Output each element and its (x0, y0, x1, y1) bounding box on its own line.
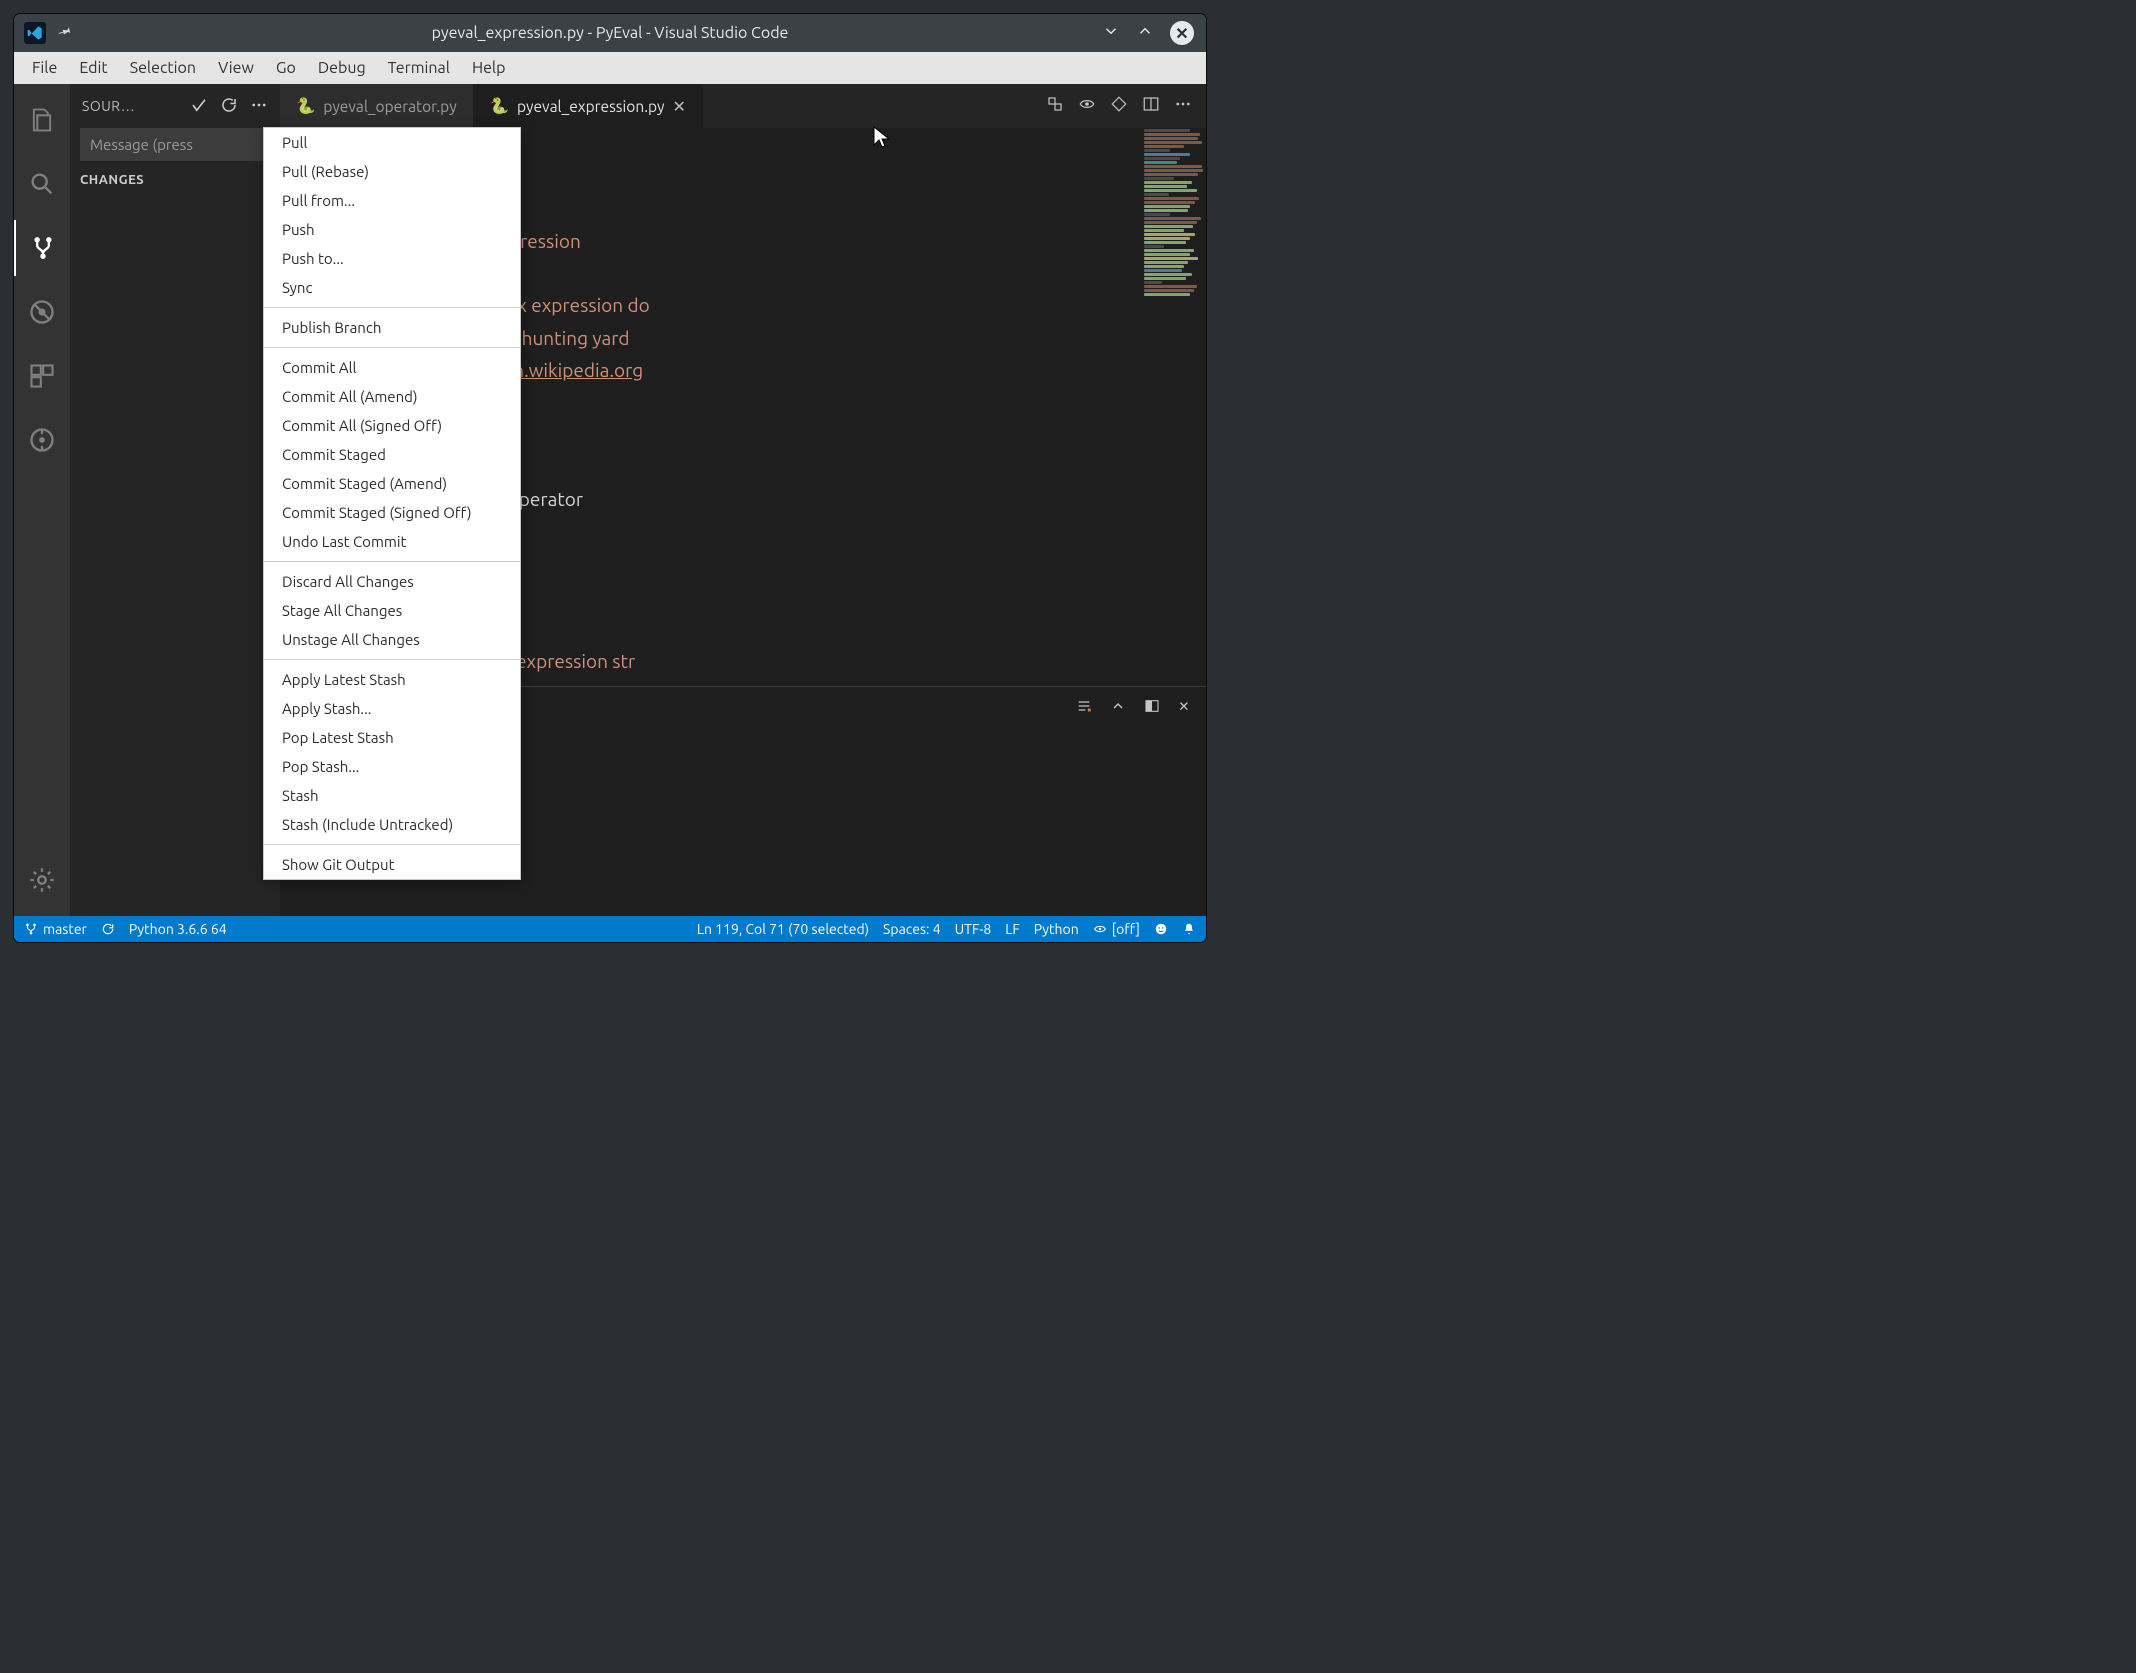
status-spaces[interactable]: Spaces: 4 (883, 921, 941, 937)
ctx-item[interactable]: Apply Latest Stash (264, 665, 520, 694)
commit-message-input[interactable]: Message (press (80, 128, 270, 161)
ctx-separator (264, 347, 520, 348)
ctx-item[interactable]: Commit All (Signed Off) (264, 411, 520, 440)
activity-search[interactable] (14, 156, 70, 212)
close-tab-icon[interactable]: ✕ (673, 97, 686, 116)
ctx-separator (264, 659, 520, 660)
activity-explorer[interactable] (14, 92, 70, 148)
tab-label: pyeval_expression.py (517, 98, 665, 115)
menu-help[interactable]: Help (462, 55, 516, 81)
ctx-item[interactable]: Undo Last Commit (264, 527, 520, 556)
ctx-item[interactable]: Commit Staged (Signed Off) (264, 498, 520, 527)
status-bell-icon[interactable] (1182, 922, 1196, 936)
scm-context-menu: PullPull (Rebase)Pull from...PushPush to… (263, 127, 521, 880)
scm-sidebar: SOUR… Message (press CHANGES (70, 84, 280, 916)
status-notify[interactable]: [off] (1093, 921, 1140, 937)
ctx-item[interactable]: Sync (264, 273, 520, 302)
ctx-item[interactable]: Pop Stash... (264, 752, 520, 781)
ctx-item[interactable]: Push to... (264, 244, 520, 273)
status-sync-icon[interactable] (101, 922, 115, 936)
ctx-item[interactable]: Push (264, 215, 520, 244)
ctx-item[interactable]: Discard All Changes (264, 567, 520, 596)
ctx-item[interactable]: Stage All Changes (264, 596, 520, 625)
menu-selection[interactable]: Selection (120, 55, 206, 81)
scm-title: SOUR… (82, 98, 178, 114)
python-file-icon: 🐍 (296, 97, 315, 115)
maximize-button[interactable] (1136, 22, 1154, 44)
minimize-button[interactable] (1102, 22, 1120, 44)
ctx-item[interactable]: Stash (Include Untracked) (264, 810, 520, 839)
python-file-icon: 🐍 (490, 97, 509, 115)
menu-edit[interactable]: Edit (69, 55, 117, 81)
close-panel-icon[interactable]: ✕ (1178, 698, 1190, 717)
activity-extensions[interactable] (14, 348, 70, 404)
ctx-item[interactable]: Commit Staged (264, 440, 520, 469)
ctx-separator (264, 307, 520, 308)
ctx-separator (264, 844, 520, 845)
menu-debug[interactable]: Debug (308, 55, 376, 81)
chevron-up-icon[interactable] (1110, 698, 1126, 717)
activitybar (14, 84, 70, 916)
statusbar: master Python 3.6.6 64 Ln 119, Col 71 (7… (14, 916, 1206, 942)
window-title: pyeval_expression.py - PyEval - Visual S… (14, 24, 1206, 42)
activity-gitlens[interactable] (14, 412, 70, 468)
ctx-item[interactable]: Pull (264, 128, 520, 157)
more-icon[interactable] (250, 96, 268, 117)
menu-go[interactable]: Go (266, 55, 306, 81)
body: SOUR… Message (press CHANGES 🐍 pyeval_op… (14, 84, 1206, 916)
ctx-separator (264, 561, 520, 562)
ctx-item[interactable]: Pull (Rebase) (264, 157, 520, 186)
split-editor-icon[interactable] (1142, 95, 1160, 117)
ctx-item[interactable]: Pop Latest Stash (264, 723, 520, 752)
status-eol[interactable]: LF (1005, 921, 1020, 937)
panel-layout-icon[interactable] (1144, 698, 1160, 717)
compare-icon[interactable] (1046, 95, 1064, 117)
changes-header[interactable]: CHANGES (70, 167, 280, 193)
clear-console-icon[interactable] (1076, 698, 1092, 717)
editor-tabs: 🐍 pyeval_operator.py 🐍 pyeval_expression… (280, 84, 1206, 128)
vscode-app-icon (24, 22, 46, 44)
minimap[interactable] (1140, 128, 1206, 686)
scm-header: SOUR… (70, 84, 280, 128)
ctx-item[interactable]: Commit All (Amend) (264, 382, 520, 411)
menu-file[interactable]: File (22, 55, 67, 81)
activity-scm[interactable] (14, 220, 70, 276)
menu-terminal[interactable]: Terminal (378, 55, 460, 81)
tab-pyeval-expression[interactable]: 🐍 pyeval_expression.py ✕ (474, 84, 703, 128)
status-position[interactable]: Ln 119, Col 71 (70 selected) (697, 921, 869, 937)
ctx-item[interactable]: Commit All (264, 353, 520, 382)
menu-view[interactable]: View (208, 55, 264, 81)
titlebar: pyeval_expression.py - PyEval - Visual S… (14, 14, 1206, 52)
tab-pyeval-operator[interactable]: 🐍 pyeval_operator.py (280, 84, 474, 128)
status-branch[interactable]: master (24, 921, 87, 937)
status-encoding[interactable]: UTF-8 (955, 921, 992, 937)
status-lang[interactable]: Python (1034, 921, 1079, 937)
refresh-icon[interactable] (220, 96, 238, 117)
ctx-item[interactable]: Pull from... (264, 186, 520, 215)
close-button[interactable]: ✕ (1170, 21, 1194, 45)
editor-more-icon[interactable] (1174, 95, 1192, 117)
activity-debug[interactable] (14, 284, 70, 340)
ctx-item[interactable]: Unstage All Changes (264, 625, 520, 654)
menubar: File Edit Selection View Go Debug Termin… (14, 52, 1206, 84)
pin-icon[interactable] (52, 20, 76, 45)
ctx-item[interactable]: Publish Branch (264, 313, 520, 342)
vscode-window: pyeval_expression.py - PyEval - Visual S… (14, 14, 1206, 942)
toggle-icon[interactable] (1078, 95, 1096, 117)
tab-label: pyeval_operator.py (323, 98, 456, 115)
ctx-item[interactable]: Show Git Output (264, 850, 520, 879)
activity-settings[interactable] (14, 852, 70, 908)
ctx-item[interactable]: Apply Stash... (264, 694, 520, 723)
commit-icon[interactable] (190, 96, 208, 117)
status-python[interactable]: Python 3.6.6 64 (129, 921, 227, 937)
status-feedback-icon[interactable] (1154, 922, 1168, 936)
ctx-item[interactable]: Commit Staged (Amend) (264, 469, 520, 498)
ctx-item[interactable]: Stash (264, 781, 520, 810)
revert-icon[interactable] (1110, 95, 1128, 117)
